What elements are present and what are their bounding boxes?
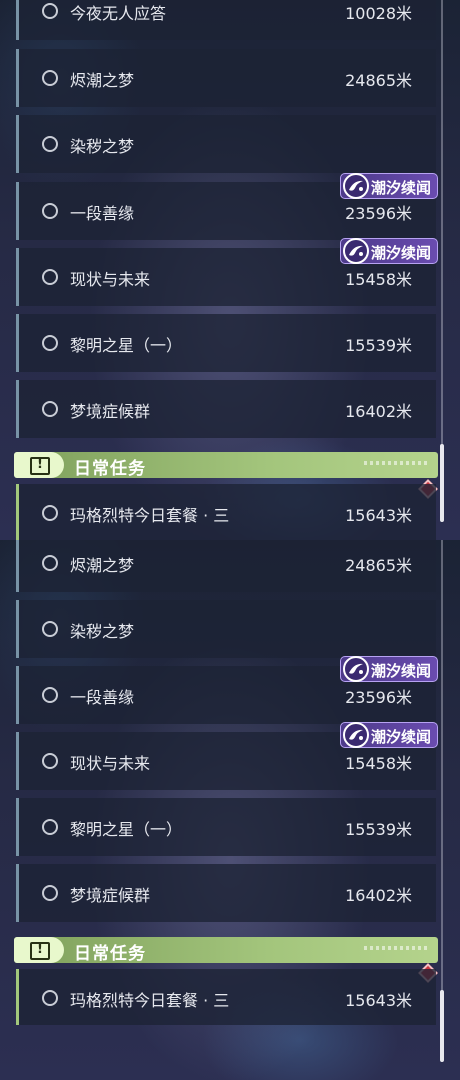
quest-distance: 15458米 (345, 270, 412, 289)
radio-circle-icon[interactable] (42, 3, 58, 19)
quest-name: 梦境症候群 (70, 886, 151, 905)
quest-distance: 15643米 (345, 506, 412, 525)
radio-circle-icon[interactable] (42, 269, 58, 285)
quest-name: 一段善缘 (70, 204, 135, 223)
quest-name: 现状与未来 (70, 754, 151, 773)
scrollbar-thumb[interactable] (440, 990, 444, 1062)
radio-circle-icon[interactable] (42, 555, 58, 571)
tide-swirl-icon (343, 722, 369, 748)
daily-quest-item[interactable]: 玛格烈特今日套餐 · 三 15643米 (16, 484, 436, 540)
tide-swirl-icon (343, 173, 369, 199)
quest-name: 染秽之梦 (70, 622, 135, 641)
quest-name: 染秽之梦 (70, 137, 135, 156)
tide-story-tag: 潮汐续闻 (340, 722, 438, 748)
daily-quest-item[interactable]: 玛格烈特今日套餐 · 三 15643米 (16, 969, 436, 1025)
section-title: 日常任务 (74, 944, 146, 964)
quest-distance: 15539米 (345, 336, 412, 355)
quest-item[interactable]: 黎明之星（一） 15539米 (16, 798, 436, 856)
quest-distance: 10028米 (345, 4, 412, 23)
header-decoration (364, 946, 428, 950)
quest-name: 黎明之星（一） (70, 336, 183, 355)
quest-distance: 16402米 (345, 886, 412, 905)
quest-item[interactable]: 染秽之梦 (16, 115, 436, 173)
tag-label: 潮汐续闻 (371, 179, 432, 197)
quest-distance: 24865米 (345, 556, 412, 575)
quest-name: 烬潮之梦 (70, 556, 135, 575)
scrollbar-thumb[interactable] (440, 444, 444, 522)
quest-name: 今夜无人应答 (70, 4, 167, 23)
quest-name: 烬潮之梦 (70, 71, 135, 90)
quest-name: 一段善缘 (70, 688, 135, 707)
tide-swirl-icon (343, 656, 369, 682)
daily-quests-header[interactable]: ! 日常任务 (14, 452, 438, 479)
radio-circle-icon[interactable] (42, 885, 58, 901)
alert-box-icon: ! (14, 452, 64, 478)
quest-name: 玛格烈特今日套餐 · 三 (70, 991, 230, 1010)
quest-item[interactable]: 烬潮之梦 24865米 (16, 540, 436, 592)
radio-circle-icon[interactable] (42, 70, 58, 86)
alert-box-icon: ! (14, 937, 64, 963)
quest-distance: 16402米 (345, 402, 412, 421)
tag-label: 潮汐续闻 (371, 728, 432, 746)
quest-item[interactable]: 烬潮之梦 24865米 (16, 49, 436, 107)
tide-swirl-icon (343, 238, 369, 264)
quest-distance: 15643米 (345, 991, 412, 1010)
quest-name: 玛格烈特今日套餐 · 三 (70, 506, 230, 525)
tag-label: 潮汐续闻 (371, 244, 432, 262)
quest-distance: 15539米 (345, 820, 412, 839)
quest-item[interactable]: 梦境症候群 16402米 (16, 380, 436, 438)
quest-name: 黎明之星（一） (70, 820, 183, 839)
radio-circle-icon[interactable] (42, 335, 58, 351)
quest-distance: 23596米 (345, 204, 412, 223)
quest-item[interactable]: 梦境症候群 16402米 (16, 864, 436, 922)
scrollbar-track[interactable] (441, 540, 443, 1062)
header-decoration (364, 461, 428, 465)
radio-circle-icon[interactable] (42, 621, 58, 637)
tide-story-tag: 潮汐续闻 (340, 173, 438, 199)
radio-circle-icon[interactable] (42, 203, 58, 219)
radio-circle-icon[interactable] (42, 401, 58, 417)
radio-circle-icon[interactable] (42, 819, 58, 835)
radio-circle-icon[interactable] (42, 687, 58, 703)
radio-circle-icon[interactable] (42, 136, 58, 152)
quest-name: 梦境症候群 (70, 402, 151, 421)
quest-item[interactable]: 今夜无人应答 10028米 (16, 0, 436, 40)
quest-distance: 24865米 (345, 71, 412, 90)
quest-item[interactable]: 染秽之梦 (16, 600, 436, 658)
tide-story-tag: 潮汐续闻 (340, 238, 438, 264)
daily-quests-header[interactable]: ! 日常任务 (14, 937, 438, 964)
tide-story-tag: 潮汐续闻 (340, 656, 438, 682)
radio-circle-icon[interactable] (42, 753, 58, 769)
section-title: 日常任务 (74, 459, 146, 479)
radio-circle-icon[interactable] (42, 990, 58, 1006)
radio-circle-icon[interactable] (42, 505, 58, 521)
quest-panel-bottom: 烬潮之梦 24865米 染秽之梦 一段善缘 23596米 现状与未来 15458… (0, 540, 460, 1080)
quest-item[interactable]: 黎明之星（一） 15539米 (16, 314, 436, 372)
quest-distance: 23596米 (345, 688, 412, 707)
quest-panel-top: 今夜无人应答 10028米 烬潮之梦 24865米 染秽之梦 一段善缘 2359… (0, 0, 460, 540)
tag-label: 潮汐续闻 (371, 662, 432, 680)
quest-name: 现状与未来 (70, 270, 151, 289)
quest-distance: 15458米 (345, 754, 412, 773)
